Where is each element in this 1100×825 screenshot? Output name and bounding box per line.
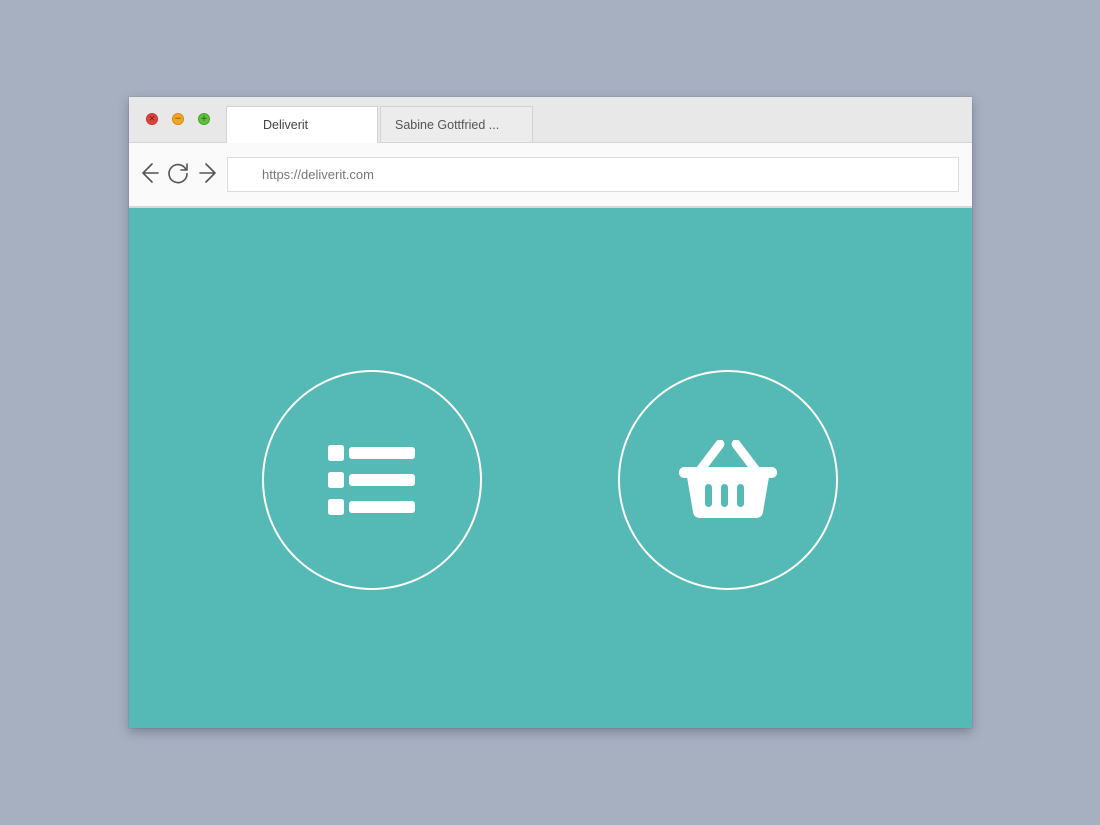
arrow-left-icon — [142, 163, 159, 183]
list-icon — [328, 445, 415, 515]
address-bar[interactable]: https://deliverit.com — [227, 157, 959, 192]
back-button[interactable] — [137, 161, 161, 185]
maximize-icon: + — [200, 114, 208, 124]
close-window-button[interactable]: × — [146, 113, 158, 125]
page-content — [129, 208, 972, 728]
minimize-icon: − — [174, 114, 182, 124]
title-bar: × − + Deliverit Sabine Gottfried ... — [129, 97, 972, 143]
reload-icon — [168, 163, 188, 184]
list-button[interactable] — [262, 370, 482, 590]
tab-label: Deliverit — [263, 118, 309, 132]
minimize-window-button[interactable]: − — [172, 113, 184, 125]
browser-toolbar: https://deliverit.com — [129, 143, 972, 208]
browser-window: × − + Deliverit Sabine Gottfried ... htt… — [129, 97, 972, 728]
forward-button[interactable] — [197, 161, 221, 185]
arrow-right-icon — [199, 163, 216, 183]
close-icon: × — [148, 114, 156, 124]
url-text: https://deliverit.com — [262, 167, 374, 182]
tab-label: Sabine Gottfried ... — [395, 118, 500, 132]
tab-sabine-gottfried[interactable]: Sabine Gottfried ... — [380, 106, 533, 142]
basket-icon — [679, 440, 777, 518]
tab-deliverit[interactable]: Deliverit — [226, 106, 378, 143]
basket-button[interactable] — [618, 370, 838, 590]
maximize-window-button[interactable]: + — [198, 113, 210, 125]
reload-button[interactable] — [166, 161, 190, 185]
